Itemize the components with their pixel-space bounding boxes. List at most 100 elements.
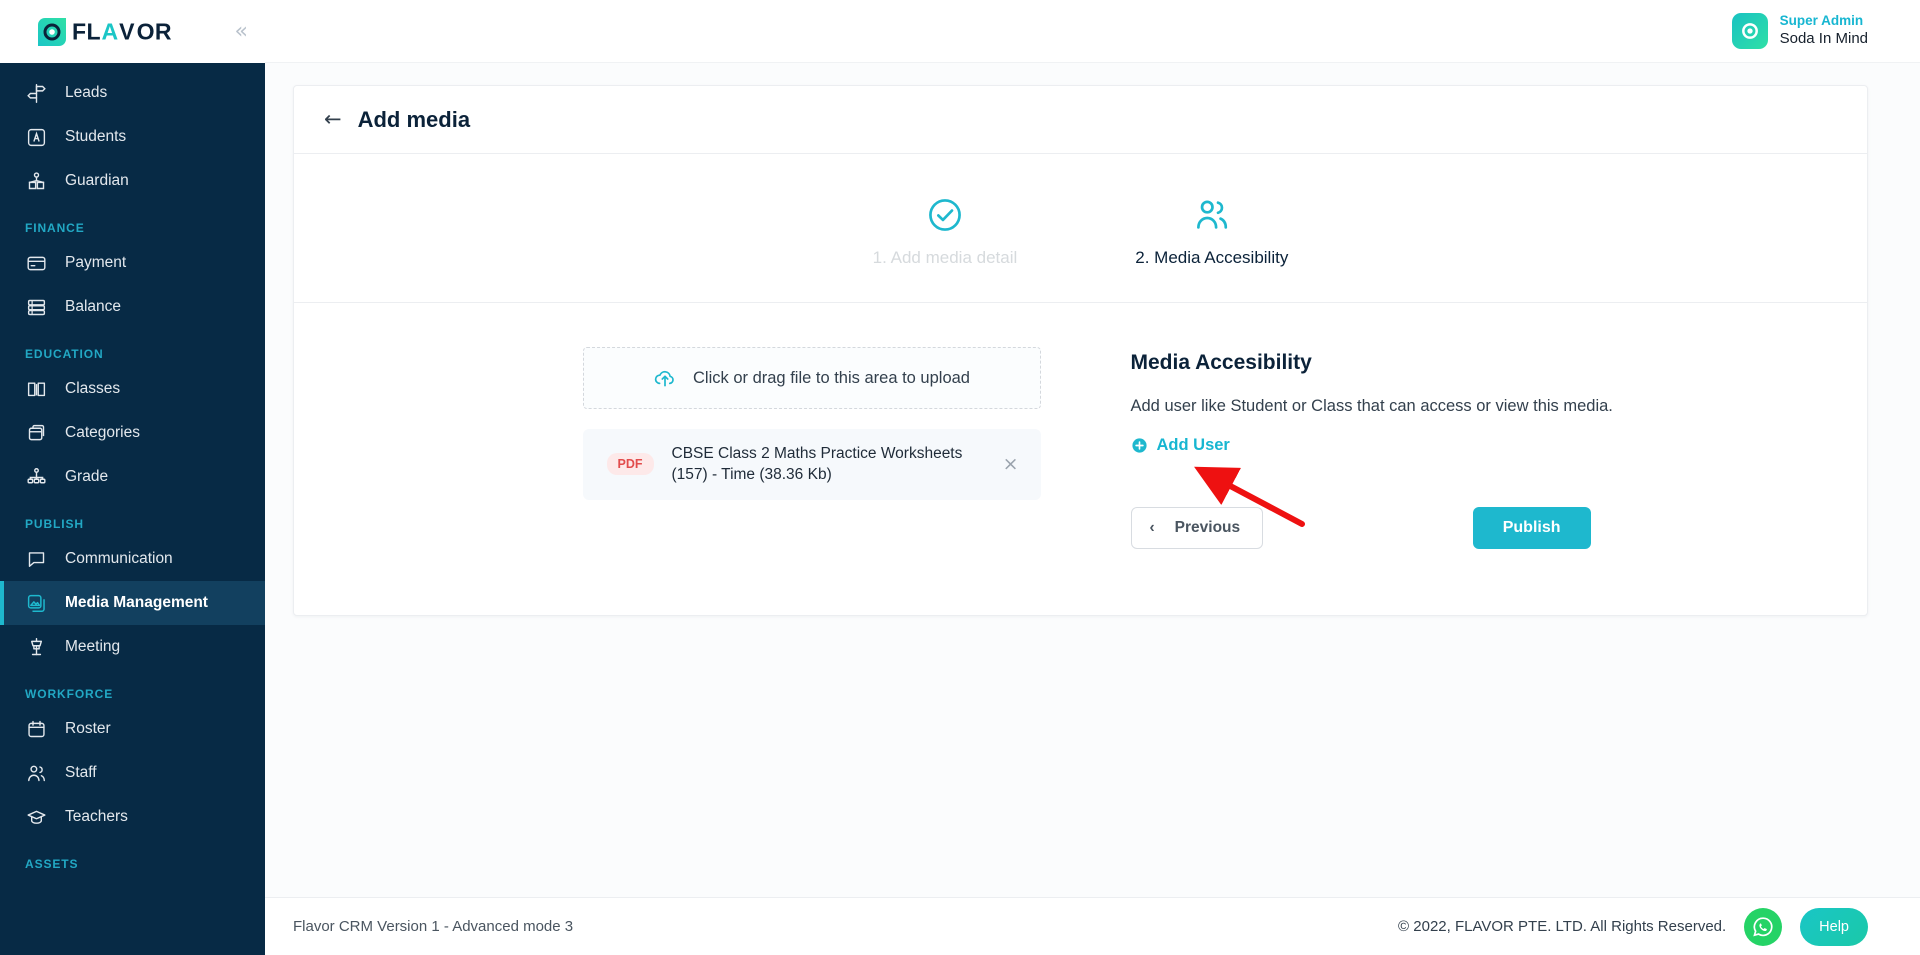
accessibility-description: Add user like Student or Class that can … (1130, 397, 1613, 415)
cloud-upload-icon (654, 370, 674, 387)
account-role: Super Admin (1779, 13, 1864, 29)
brand-logo[interactable]: FL A V OR (38, 17, 210, 46)
sidebar-item-label: Staff (65, 764, 97, 781)
topbar: Super Admin Soda In Mind (265, 0, 1920, 63)
whatsapp-icon (1753, 916, 1773, 936)
chat-bubble-icon (25, 548, 47, 570)
close-icon[interactable]: × (1003, 453, 1019, 475)
card-header: ← Add media (294, 86, 1867, 154)
sidebar-item-label: Payment (65, 254, 127, 271)
plus-circle-icon (1131, 438, 1147, 453)
help-button[interactable]: Help (1800, 907, 1868, 946)
svg-text:A: A (102, 20, 119, 44)
footer: Flavor CRM Version 1 - Advanced mode 3 ©… (265, 897, 1920, 955)
add-user-label: Add User (1156, 436, 1230, 454)
step-label: 1. Add media detail (872, 248, 1018, 267)
hierarchy-icon (25, 466, 47, 488)
sidebar-item-label: Balance (65, 298, 122, 315)
folder-stack-icon (25, 422, 47, 444)
sidebar-item-label: Teachers (65, 808, 128, 825)
sidebar-item-grade[interactable]: Grade (0, 455, 265, 499)
sidebar-item-label: Guardian (65, 172, 129, 189)
sidebar-section-finance: FINANCE (25, 221, 85, 235)
account-menu[interactable]: Super Admin Soda In Mind (1731, 13, 1868, 49)
sidebar-item-categories[interactable]: Categories (0, 411, 265, 455)
sidebar-item-label: Communication (65, 550, 173, 567)
step-indicator: 1. Add media detail 2. Media Accesibilit… (294, 154, 1867, 303)
sidebar-item-roster[interactable]: Roster (0, 707, 265, 751)
image-stack-icon (25, 592, 47, 614)
sidebar-item-label: Classes (65, 380, 121, 397)
sidebar-item-label: Students (65, 128, 127, 145)
sidebar-item-label: Categories (65, 424, 140, 441)
sidebar-item-meeting[interactable]: Meeting (0, 625, 265, 669)
file-dropzone[interactable]: Click or drag file to this area to uploa… (582, 347, 1041, 409)
stacked-database-icon (25, 296, 47, 318)
dropzone-label: Click or drag file to this area to uploa… (693, 368, 970, 387)
sidebar-nav: Leads Students Guardian FINANCE Payment … (0, 63, 265, 955)
upload-column: Click or drag file to this area to uploa… (294, 347, 1081, 549)
sidebar-item-guardian[interactable]: Guardian (0, 159, 265, 203)
main-area: Super Admin Soda In Mind ← Add media 1. … (265, 0, 1920, 955)
file-name: CBSE Class 2 Maths Practice Worksheets (… (671, 445, 963, 484)
footer-right-group: © 2022, FLAVOR PTE. LTD. All Rights Rese… (1398, 907, 1868, 946)
sidebar-section-assets: ASSETS (25, 857, 79, 871)
sidebar-section-publish: PUBLISH (25, 517, 84, 531)
publish-button[interactable]: Publish (1472, 507, 1591, 549)
sidebar-item-label: Media Management (65, 594, 208, 611)
previous-button[interactable]: ‹ Previous (1130, 507, 1264, 549)
avatar (1731, 13, 1768, 49)
people-icon (1196, 200, 1227, 229)
flavor-logo-icon (38, 17, 66, 46)
sidebar-item-label: Roster (65, 720, 111, 737)
step-media-accessibility[interactable]: 2. Media Accesibility (1135, 196, 1288, 268)
accessibility-column: Media Accesibility Add user like Student… (1081, 347, 1868, 549)
podium-icon (25, 636, 47, 658)
back-arrow-icon[interactable]: ← (324, 109, 342, 130)
sidebar-item-payment[interactable]: Payment (0, 241, 265, 285)
media-panel: Click or drag file to this area to uploa… (294, 303, 1867, 615)
sidebar-item-label: Leads (65, 84, 108, 101)
whatsapp-button[interactable] (1744, 907, 1783, 946)
svg-text:FL: FL (72, 20, 101, 44)
sidebar-item-leads[interactable]: Leads (0, 71, 265, 115)
sidebar-section-workforce: WORKFORCE (25, 687, 114, 701)
file-type-badge: PDF (606, 453, 654, 476)
avatar-ring-icon (1741, 23, 1758, 39)
flavor-wordmark-icon: FL A V OR (72, 20, 172, 44)
signpost-icon (25, 82, 47, 104)
graduation-cap-icon (25, 806, 47, 828)
calendar-icon (25, 718, 47, 740)
sidebar-item-staff[interactable]: Staff (0, 751, 265, 795)
sidebar-item-label: Meeting (65, 638, 121, 655)
sidebar-item-balance[interactable]: Balance (0, 285, 265, 329)
student-badge-icon (25, 126, 47, 148)
guardian-icon (25, 170, 47, 192)
content-area: ← Add media 1. Add media detail 2. Media… (265, 63, 1920, 897)
app-root: FL A V OR « Leads Students Guardian FINA… (0, 0, 1920, 955)
sidebar-item-teachers[interactable]: Teachers (0, 795, 265, 839)
sidebar-logo-bar: FL A V OR « (0, 0, 265, 63)
sidebar-section-education: EDUCATION (25, 347, 104, 361)
check-circle-icon (929, 199, 961, 231)
step-add-media-detail[interactable]: 1. Add media detail (872, 196, 1018, 268)
sidebar-item-students[interactable]: Students (0, 115, 265, 159)
sidebar-item-media-management[interactable]: Media Management (0, 581, 265, 625)
previous-label: Previous (1174, 519, 1241, 536)
sidebar: FL A V OR « Leads Students Guardian FINA… (0, 0, 265, 955)
copyright-text: © 2022, FLAVOR PTE. LTD. All Rights Rese… (1398, 918, 1727, 935)
add-media-card: ← Add media 1. Add media detail 2. Media… (293, 85, 1868, 616)
chevron-left-icon: ‹ (1149, 519, 1155, 536)
credit-card-icon (25, 252, 47, 274)
uploaded-file-item: PDF CBSE Class 2 Maths Practice Workshee… (582, 429, 1041, 500)
svg-text:OR: OR (137, 20, 172, 44)
page-title: Add media (357, 106, 471, 132)
sidebar-item-communication[interactable]: Communication (0, 537, 265, 581)
sidebar-item-classes[interactable]: Classes (0, 367, 265, 411)
sidebar-collapse-icon[interactable]: « (234, 20, 248, 43)
sidebar-item-label: Grade (65, 468, 109, 485)
app-version: Flavor CRM Version 1 - Advanced mode 3 (293, 918, 574, 935)
open-book-icon (25, 378, 47, 400)
account-name: Soda In Mind (1779, 30, 1868, 48)
add-user-button[interactable]: Add User (1131, 436, 1230, 455)
